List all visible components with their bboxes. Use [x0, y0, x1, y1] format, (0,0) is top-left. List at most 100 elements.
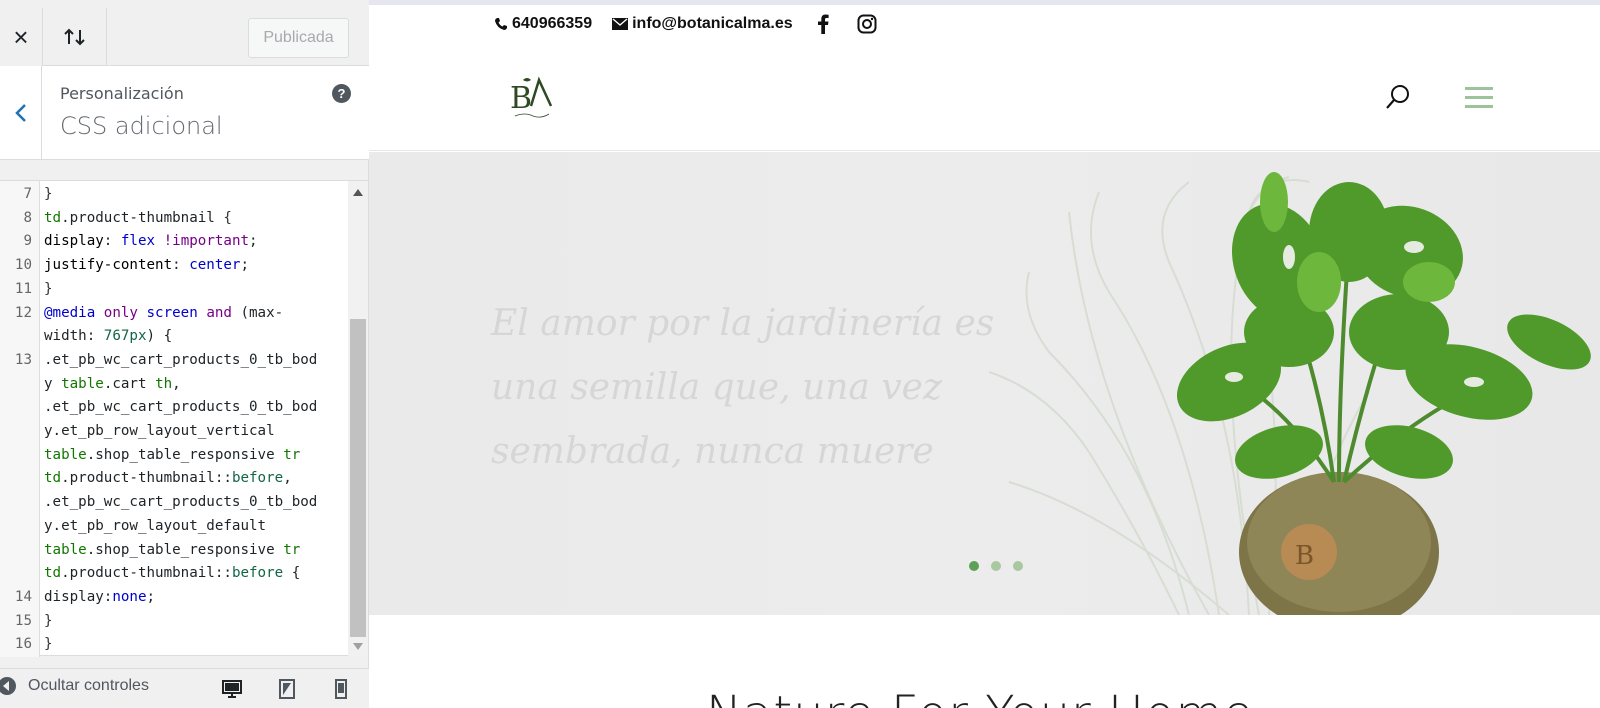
code-line[interactable]: td.product-thumbnail::before, — [0, 467, 348, 491]
code-line[interactable]: y.et_pb_row_layout_vertical — [0, 420, 348, 444]
slider-dot[interactable] — [1013, 561, 1023, 571]
code-text[interactable]: } — [36, 633, 53, 657]
code-text[interactable]: y.et_pb_row_layout_vertical — [36, 420, 275, 444]
preview-top-border — [369, 0, 1600, 5]
code-line[interactable]: .et_pb_wc_cart_products_0_tb_bod — [0, 491, 348, 515]
line-number — [0, 491, 36, 515]
line-number — [0, 515, 36, 539]
code-text[interactable]: table.shop_table_responsive tr — [36, 444, 300, 468]
section-header: Personalización CSS adicional — [0, 66, 369, 160]
line-number: 10 — [14, 257, 32, 274]
code-line[interactable]: width: 767px) { — [0, 325, 348, 349]
code-line[interactable]: 16} — [0, 633, 348, 657]
menu-bar — [1465, 87, 1493, 90]
line-number: 11 — [14, 280, 32, 297]
code-line[interactable]: 14 display:none; — [0, 586, 348, 610]
svg-text:B: B — [1295, 541, 1314, 571]
contact-topbar: 640966359 info@botanicalma.es — [494, 14, 877, 34]
code-text[interactable]: table.shop_table_responsive tr — [36, 539, 300, 563]
line-number: 7 — [23, 186, 32, 202]
code-line[interactable]: 9 display: flex !important; — [0, 230, 348, 254]
code-text[interactable]: y table.cart th, — [36, 373, 181, 397]
botanicalma-logo[interactable]: B — [509, 74, 553, 122]
code-text[interactable]: td.product-thumbnail::before { — [36, 562, 300, 586]
slider-dot[interactable] — [969, 561, 979, 571]
back-button[interactable] — [0, 66, 42, 160]
code-text[interactable]: display:none; — [36, 586, 155, 610]
line-number: 8 — [23, 209, 32, 226]
code-line[interactable]: 7} — [0, 183, 348, 207]
code-text[interactable]: .et_pb_wc_cart_products_0_tb_bod — [36, 396, 317, 420]
phone-contact[interactable]: 640966359 — [494, 15, 592, 33]
code-text[interactable]: td.product-thumbnail::before, — [36, 467, 292, 491]
code-line[interactable]: table.shop_table_responsive tr — [0, 444, 348, 468]
code-lines[interactable]: 7} 8 td.product-thumbnail {9 display: flex … — [0, 183, 348, 657]
code-line[interactable]: y.et_pb_row_layout_default — [0, 515, 348, 539]
line-number — [0, 562, 36, 586]
code-text[interactable]: @media only screen and (max- — [36, 302, 283, 326]
desktop-preview-icon[interactable] — [222, 679, 242, 699]
line-number — [0, 539, 36, 563]
help-icon[interactable]: ? — [332, 84, 351, 103]
line-number: 9 — [23, 233, 32, 250]
site-header: B — [369, 50, 1600, 151]
line-number: 15 — [14, 612, 32, 629]
site-preview: 640966359 info@botanicalma.es B B El amo… — [369, 0, 1600, 708]
line-number — [0, 444, 36, 468]
scroll-down-arrow-icon[interactable] — [353, 643, 363, 650]
code-line[interactable]: .et_pb_wc_cart_products_0_tb_bod — [0, 396, 348, 420]
publish-button[interactable]: Publicada — [248, 18, 349, 58]
code-text[interactable]: } — [36, 610, 53, 634]
code-line[interactable]: 12 @media only screen and (max- — [0, 302, 348, 326]
code-text[interactable]: } — [36, 278, 53, 302]
code-text[interactable]: .et_pb_wc_cart_products_0_tb_bod — [36, 349, 317, 373]
code-text[interactable]: } — [36, 183, 53, 207]
code-line[interactable]: y table.cart th, — [0, 373, 348, 397]
phone-icon — [495, 18, 507, 30]
code-text[interactable]: td.product-thumbnail { — [36, 207, 232, 231]
code-text[interactable]: width: 767px) { — [36, 325, 172, 349]
phone-text: 640966359 — [512, 15, 593, 32]
code-line[interactable]: td.product-thumbnail::before { — [0, 562, 348, 586]
sort-arrows-icon — [63, 28, 85, 46]
scroll-up-arrow-icon[interactable] — [353, 189, 363, 196]
close-customizer-button[interactable]: × — [0, 8, 43, 66]
envelope-icon — [612, 18, 629, 30]
slider-dots — [969, 561, 1023, 571]
customizer-footer: Ocultar controles — [0, 668, 369, 708]
tablet-preview-icon[interactable] — [277, 679, 297, 699]
code-text[interactable]: display: flex !important; — [36, 230, 258, 254]
css-code-editor[interactable]: 7} 8 td.product-thumbnail {9 display: flex … — [0, 180, 368, 657]
code-line[interactable]: 15} — [0, 610, 348, 634]
line-number — [0, 467, 36, 491]
customizer-header: × Publicada — [0, 0, 369, 66]
facebook-icon[interactable] — [817, 14, 829, 34]
code-line[interactable]: 10 justify-content: center; — [0, 254, 348, 278]
code-line[interactable]: 8 td.product-thumbnail { — [0, 207, 348, 231]
code-line[interactable]: table.shop_table_responsive tr — [0, 539, 348, 563]
slider-dot[interactable] — [991, 561, 1001, 571]
hamburger-menu-icon[interactable] — [1465, 87, 1493, 109]
menu-bar — [1465, 105, 1493, 108]
mobile-preview-icon[interactable] — [331, 679, 351, 699]
plant-image: B — [989, 172, 1591, 615]
home-section-title: Nature For Your Home — [706, 686, 1254, 708]
hide-controls-button[interactable]: Ocultar controles — [0, 677, 149, 695]
line-number — [0, 373, 36, 397]
search-icon[interactable] — [1384, 83, 1412, 111]
code-text[interactable]: justify-content: center; — [36, 254, 249, 278]
svg-text:B: B — [510, 81, 532, 116]
code-text[interactable]: y.et_pb_row_layout_default — [36, 515, 266, 539]
email-contact[interactable]: info@botanicalma.es — [612, 15, 793, 33]
line-number: 13 — [14, 351, 32, 368]
hide-controls-label: Ocultar controles — [28, 677, 149, 694]
code-text[interactable]: .et_pb_wc_cart_products_0_tb_bod — [36, 491, 317, 515]
hero-slider: B El amor por la jardinería es una semil… — [369, 152, 1600, 615]
code-line[interactable]: 11} — [0, 278, 348, 302]
code-line[interactable]: 13 .et_pb_wc_cart_products_0_tb_bod — [0, 349, 348, 373]
instagram-icon[interactable] — [857, 14, 877, 34]
line-number: 16 — [14, 636, 32, 653]
reorder-button[interactable] — [43, 8, 107, 66]
scrollbar-thumb[interactable] — [350, 319, 366, 637]
hero-quote: El amor por la jardinería es una semilla… — [491, 303, 995, 472]
